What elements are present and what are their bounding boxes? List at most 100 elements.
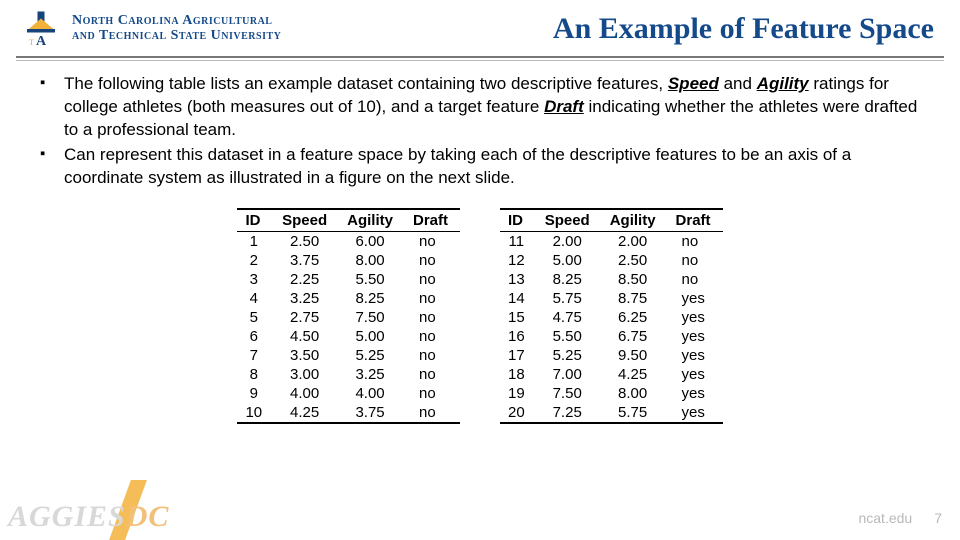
university-name-line1: North Carolina Agricultural [72, 14, 281, 29]
table-row: 207.255.75yes [500, 403, 723, 423]
university-brand: A T North Carolina Agricultural and Tech… [20, 8, 281, 50]
cell-agility: 5.25 [339, 346, 405, 365]
cell-id: 6 [237, 327, 274, 346]
table-header-row: ID Speed Agility Draft [237, 209, 460, 232]
bullet-text: and [719, 74, 757, 93]
table-row: 64.505.00no [237, 327, 460, 346]
cell-id: 19 [500, 384, 537, 403]
cell-speed: 7.00 [537, 365, 602, 384]
cell-agility: 5.00 [339, 327, 405, 346]
cell-agility: 2.00 [602, 231, 668, 251]
cell-speed: 3.75 [274, 251, 339, 270]
cell-id: 9 [237, 384, 274, 403]
cell-agility: 3.25 [339, 365, 405, 384]
cell-id: 7 [237, 346, 274, 365]
cell-draft: no [405, 327, 460, 346]
cell-draft: no [405, 289, 460, 308]
cell-draft: no [668, 231, 723, 251]
cell-speed: 3.25 [274, 289, 339, 308]
cell-agility: 6.25 [602, 308, 668, 327]
cell-id: 4 [237, 289, 274, 308]
page-number: 7 [934, 510, 942, 526]
cell-agility: 5.75 [602, 403, 668, 423]
cell-id: 1 [237, 231, 274, 251]
university-logo-icon: A T [20, 8, 62, 50]
cell-id: 5 [237, 308, 274, 327]
table-row: 145.758.75yes [500, 289, 723, 308]
cell-draft: no [668, 270, 723, 289]
cell-id: 18 [500, 365, 537, 384]
keyword-speed: Speed [668, 74, 719, 93]
cell-id: 8 [237, 365, 274, 384]
cell-speed: 4.00 [274, 384, 339, 403]
col-id: ID [500, 209, 537, 232]
table-header-row: ID Speed Agility Draft [500, 209, 723, 232]
page-title: An Example of Feature Space [553, 12, 940, 46]
cell-agility: 7.50 [339, 308, 405, 327]
watermark: AGGIESDC [8, 500, 169, 534]
cell-speed: 7.25 [537, 403, 602, 423]
cell-speed: 5.00 [537, 251, 602, 270]
cell-agility: 4.00 [339, 384, 405, 403]
cell-speed: 5.75 [537, 289, 602, 308]
col-agility: Agility [339, 209, 405, 232]
cell-agility: 6.75 [602, 327, 668, 346]
table-row: 73.505.25no [237, 346, 460, 365]
table-row: 94.004.00no [237, 384, 460, 403]
cell-draft: no [668, 251, 723, 270]
cell-draft: yes [668, 365, 723, 384]
table-row: 175.259.50yes [500, 346, 723, 365]
cell-id: 10 [237, 403, 274, 423]
divider [16, 56, 944, 58]
col-draft: Draft [405, 209, 460, 232]
table-row: 43.258.25no [237, 289, 460, 308]
cell-draft: no [405, 384, 460, 403]
cell-id: 17 [500, 346, 537, 365]
cell-id: 12 [500, 251, 537, 270]
cell-speed: 3.00 [274, 365, 339, 384]
cell-draft: yes [668, 346, 723, 365]
cell-draft: yes [668, 289, 723, 308]
table-row: 32.255.50no [237, 270, 460, 289]
cell-agility: 2.50 [602, 251, 668, 270]
table-row: 104.253.75no [237, 403, 460, 423]
bullet-text: The following table lists an example dat… [64, 74, 668, 93]
data-table-left: ID Speed Agility Draft 12.506.00no23.758… [237, 208, 460, 424]
cell-draft: no [405, 270, 460, 289]
keyword-agility: Agility [757, 74, 809, 93]
cell-agility: 8.00 [339, 251, 405, 270]
table-row: 125.002.50no [500, 251, 723, 270]
table-row: 138.258.50no [500, 270, 723, 289]
col-agility: Agility [602, 209, 668, 232]
cell-draft: yes [668, 403, 723, 423]
cell-id: 20 [500, 403, 537, 423]
cell-speed: 2.75 [274, 308, 339, 327]
cell-speed: 8.25 [537, 270, 602, 289]
cell-id: 16 [500, 327, 537, 346]
cell-draft: no [405, 251, 460, 270]
cell-speed: 4.75 [537, 308, 602, 327]
university-name-line2: and Technical State University [72, 29, 281, 44]
bullet-item: Can represent this dataset in a feature … [36, 144, 924, 190]
bullet-list: The following table lists an example dat… [36, 73, 924, 190]
svg-text:A: A [36, 34, 47, 49]
cell-agility: 4.25 [602, 365, 668, 384]
cell-id: 13 [500, 270, 537, 289]
cell-draft: no [405, 365, 460, 384]
cell-draft: yes [668, 327, 723, 346]
keyword-draft: Draft [544, 97, 584, 116]
cell-agility: 5.50 [339, 270, 405, 289]
cell-id: 3 [237, 270, 274, 289]
cell-id: 14 [500, 289, 537, 308]
cell-speed: 2.50 [274, 231, 339, 251]
table-row: 187.004.25yes [500, 365, 723, 384]
cell-draft: no [405, 346, 460, 365]
cell-id: 2 [237, 251, 274, 270]
cell-id: 15 [500, 308, 537, 327]
table-row: 165.506.75yes [500, 327, 723, 346]
cell-speed: 5.50 [537, 327, 602, 346]
slide-header: A T North Carolina Agricultural and Tech… [0, 0, 960, 56]
bullet-item: The following table lists an example dat… [36, 73, 924, 142]
cell-speed: 4.50 [274, 327, 339, 346]
table-row: 197.508.00yes [500, 384, 723, 403]
